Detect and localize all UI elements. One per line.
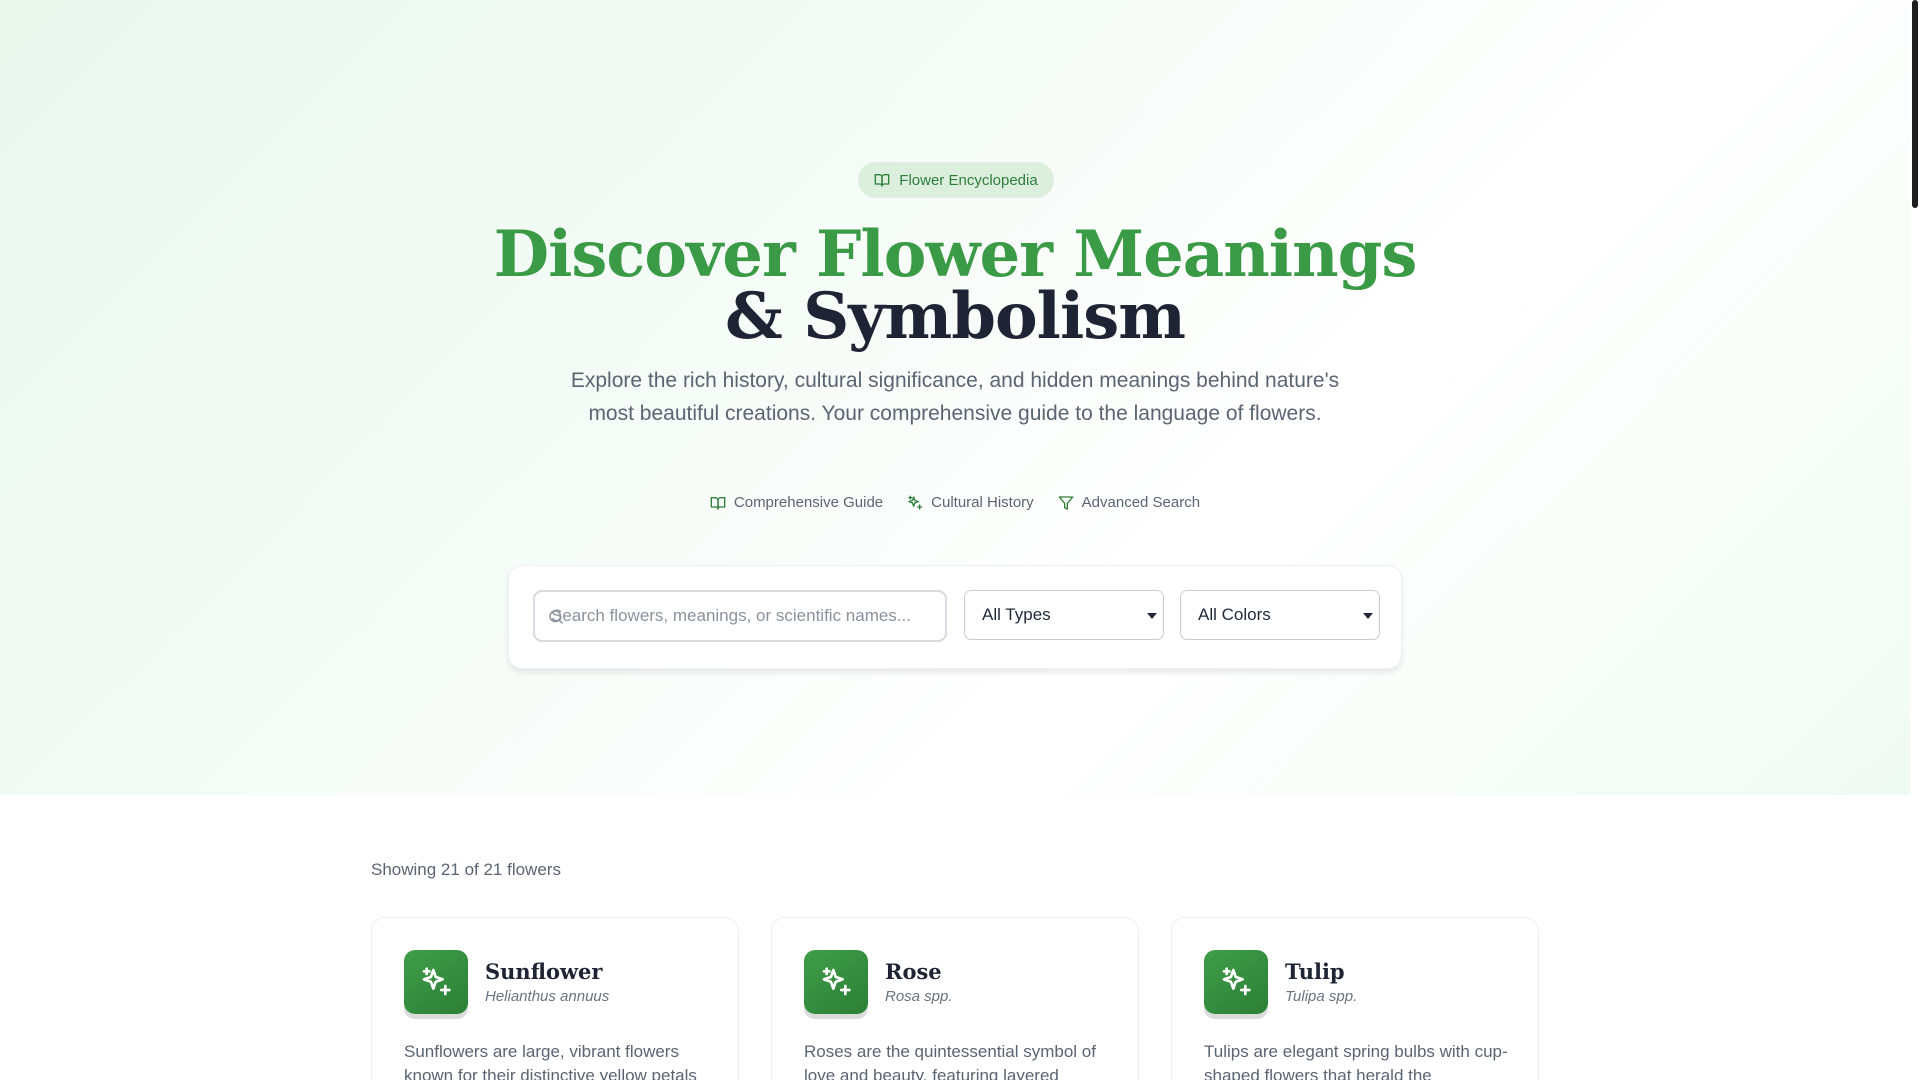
- flower-description: Roses are the quintessential symbol of l…: [804, 1042, 1096, 1080]
- flower-card-icon: [1204, 950, 1268, 1014]
- filter-icon: [1058, 495, 1074, 510]
- search-input[interactable]: [549, 592, 939, 640]
- sparkles-icon: [822, 967, 851, 996]
- flower-card-icon: [804, 950, 868, 1014]
- feature-advanced-search: Advanced Search: [1058, 494, 1200, 511]
- type-filter-value: All Types: [982, 605, 1051, 624]
- feature-label: Cultural History: [931, 494, 1034, 511]
- color-filter-select[interactable]: All Colors: [1180, 590, 1380, 640]
- chevron-down-icon: [1363, 613, 1373, 619]
- page-title-line2: & Symbolism: [725, 279, 1186, 354]
- feature-list: Comprehensive Guide Cultural History Adv…: [0, 494, 1910, 511]
- badge-label: Flower Encyclopedia: [899, 171, 1038, 189]
- book-icon: [874, 174, 890, 187]
- flower-scientific-name: Helianthus annuus: [485, 988, 610, 1005]
- sparkles-icon: [1222, 967, 1251, 996]
- results-count: Showing 21 of 21 flowers: [371, 860, 561, 879]
- hero-section: Flower Encyclopedia Discover Flower Mean…: [0, 0, 1910, 795]
- feature-cultural-history: Cultural History: [907, 494, 1034, 511]
- flower-card-sunflower[interactable]: Sunflower Helianthus annuus Sunflowers a…: [371, 917, 739, 1080]
- color-filter-value: All Colors: [1198, 605, 1271, 624]
- flower-name: Rose: [885, 959, 942, 984]
- flower-card-tulip[interactable]: Tulip Tulipa spp. Tulips are elegant spr…: [1171, 917, 1539, 1080]
- encyclopedia-badge: Flower Encyclopedia: [858, 162, 1054, 198]
- flower-description: Sunflowers are large, vibrant flowers kn…: [404, 1042, 697, 1080]
- sparkles-icon: [422, 967, 451, 996]
- search-field[interactable]: [533, 590, 947, 642]
- type-filter-select[interactable]: All Types: [964, 590, 1164, 640]
- flower-card-rose[interactable]: Rose Rosa spp. Roses are the quintessent…: [771, 917, 1139, 1080]
- flower-description: Tulips are elegant spring bulbs with cup…: [1204, 1042, 1508, 1080]
- flower-name: Sunflower: [485, 959, 603, 984]
- scrollbar-thumb[interactable]: [1912, 0, 1918, 208]
- page-scrollbar[interactable]: [1910, 0, 1920, 1080]
- page: Flower Encyclopedia Discover Flower Mean…: [0, 0, 1920, 1080]
- sparkles-icon: [908, 495, 923, 510]
- flower-scientific-name: Rosa spp.: [885, 988, 953, 1005]
- feature-label: Advanced Search: [1081, 494, 1201, 511]
- flower-scientific-name: Tulipa spp.: [1285, 988, 1358, 1005]
- feature-comprehensive-guide: Comprehensive Guide: [710, 494, 883, 511]
- book-icon: [710, 496, 726, 510]
- feature-label: Comprehensive Guide: [733, 494, 884, 511]
- hero-subtitle: Explore the rich history, cultural signi…: [570, 369, 1340, 425]
- search-panel: All Types All Colors: [508, 565, 1402, 669]
- flower-name: Tulip: [1285, 959, 1345, 984]
- flower-card-icon: [404, 950, 468, 1014]
- chevron-down-icon: [1147, 613, 1157, 619]
